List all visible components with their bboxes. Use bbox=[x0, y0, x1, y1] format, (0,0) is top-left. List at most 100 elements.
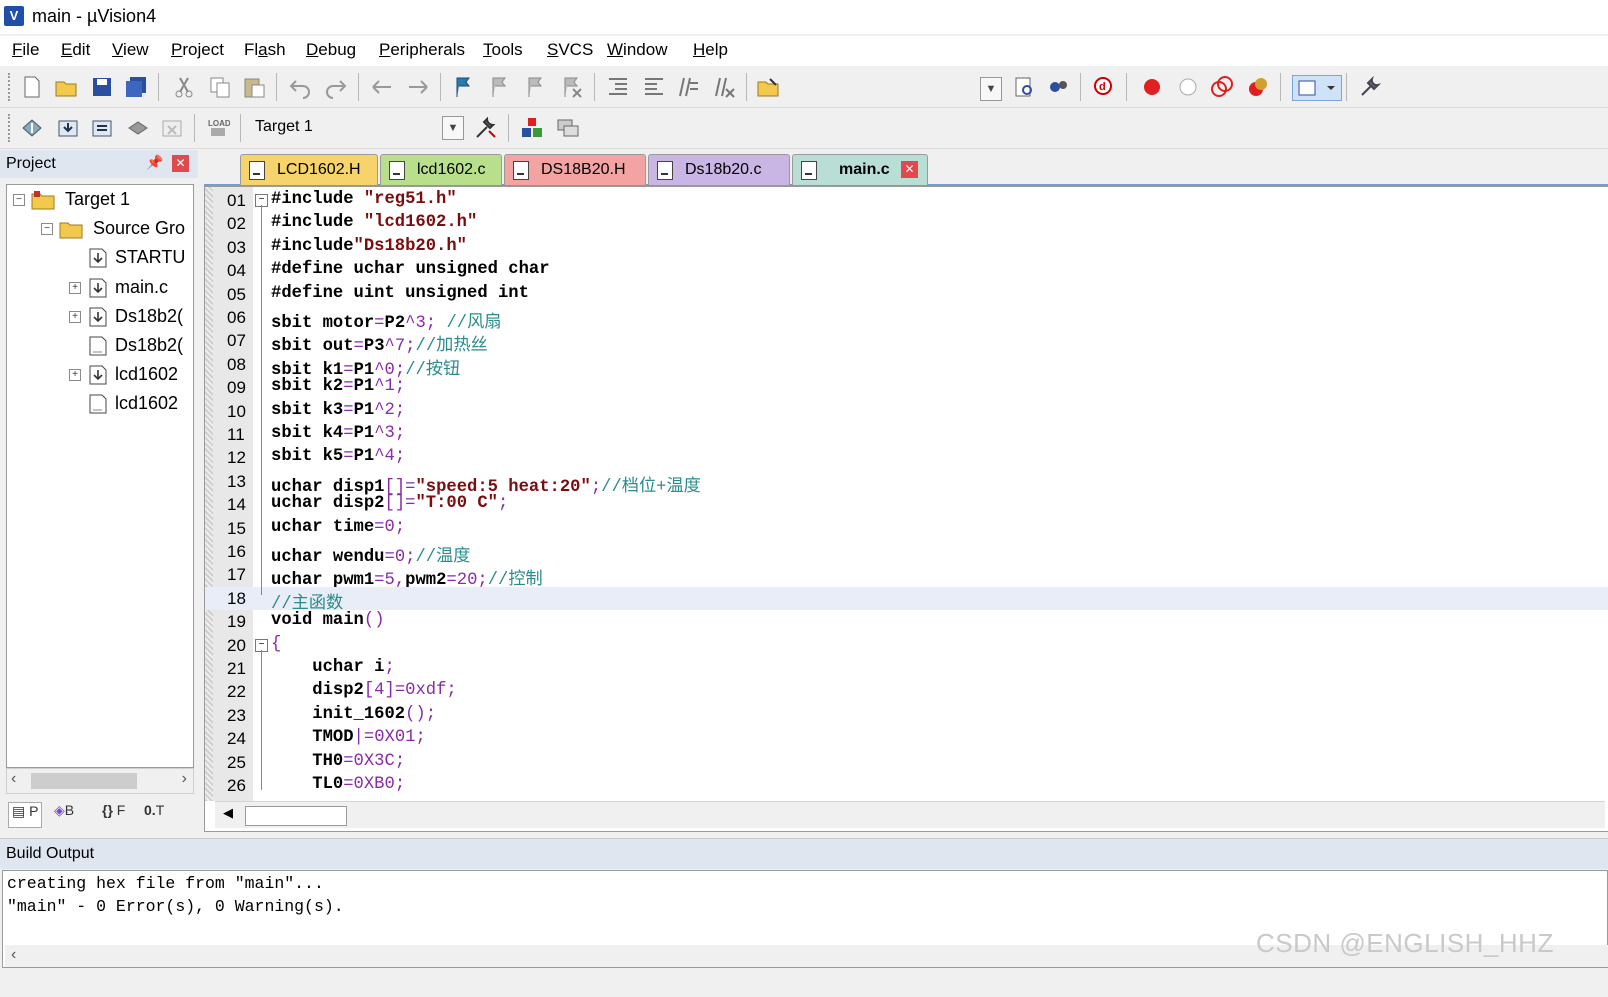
prev-bookmark-icon[interactable] bbox=[488, 75, 512, 99]
code-line[interactable]: 23 init_1602(); bbox=[205, 704, 1608, 727]
next-bookmark-icon[interactable] bbox=[524, 75, 548, 99]
code-line[interactable]: 03 #include"Ds18b20.h" bbox=[205, 236, 1608, 259]
select-packs-icon[interactable] bbox=[556, 116, 580, 140]
tab-lcd1602-h[interactable]: LCD1602.H bbox=[240, 154, 378, 185]
code-line[interactable]: 18//主函数 bbox=[205, 586, 1608, 614]
unindent-icon[interactable] bbox=[642, 75, 666, 99]
nav-back-icon[interactable] bbox=[370, 75, 394, 99]
download-load-icon[interactable]: LOAD bbox=[206, 116, 231, 140]
collapse-icon[interactable]: − bbox=[13, 194, 25, 206]
toolbar-grip[interactable] bbox=[8, 73, 13, 101]
target-options-icon[interactable] bbox=[474, 116, 498, 140]
collapse-icon[interactable]: − bbox=[41, 223, 53, 236]
code-line[interactable]: 12 sbit k5=P1^4; bbox=[205, 446, 1608, 469]
nav-forward-icon[interactable] bbox=[406, 75, 430, 99]
chevron-down-icon[interactable]: ▼ bbox=[442, 116, 464, 140]
editor-hscroll[interactable]: ◀ bbox=[215, 801, 1605, 828]
menu-debug[interactable]: Debug bbox=[306, 40, 356, 60]
close-tab-icon[interactable]: ✕ bbox=[901, 161, 918, 178]
code-line[interactable]: 11 sbit k4=P1^3; bbox=[205, 423, 1608, 446]
code-line[interactable]: 07 sbit out=P3^7;//加热丝 bbox=[205, 329, 1608, 356]
menu-project[interactable]: Project bbox=[171, 40, 224, 60]
enable-breakpoint-icon[interactable] bbox=[1176, 75, 1200, 99]
code-line[interactable]: 06 sbit motor=P2^3; //风扇 bbox=[205, 306, 1608, 333]
tab-ds18b20-h[interactable]: DS18B20.H bbox=[504, 154, 646, 185]
stop-build-icon[interactable] bbox=[160, 116, 184, 140]
configure-icon[interactable] bbox=[1358, 75, 1382, 99]
save-all-icon[interactable] bbox=[124, 75, 148, 99]
code-line[interactable]: 20−{ bbox=[205, 634, 1608, 657]
code-line[interactable]: 14 uchar disp2[]="T:00 C"; bbox=[205, 493, 1608, 516]
menu-window[interactable]: Window bbox=[607, 40, 667, 60]
menu-view[interactable]: View bbox=[112, 40, 149, 60]
paste-icon[interactable] bbox=[242, 75, 266, 99]
menu-help[interactable]: Help bbox=[693, 40, 728, 60]
tab-functions[interactable]: {} F bbox=[102, 802, 125, 826]
menu-peripherals[interactable]: Peripherals bbox=[379, 40, 465, 60]
tab-lcd1602-c[interactable]: lcd1602.c bbox=[380, 154, 502, 185]
uncomment-icon[interactable] bbox=[712, 75, 736, 99]
incremental-find-icon[interactable] bbox=[1046, 75, 1070, 99]
expand-icon[interactable]: + bbox=[69, 310, 81, 323]
insert-breakpoint-icon[interactable] bbox=[1140, 75, 1164, 99]
code-line[interactable]: 19 void main() bbox=[205, 610, 1608, 633]
redo-icon[interactable] bbox=[324, 75, 348, 99]
find-dropdown[interactable]: ▼ bbox=[980, 77, 1002, 101]
target-select[interactable]: Target 1 ▼ bbox=[246, 114, 466, 140]
code-line[interactable]: 05 #define uint unsigned int bbox=[205, 283, 1608, 306]
code-editor[interactable]: 01− #include "reg51.h" 02 #include "lcd1602… bbox=[204, 186, 1608, 832]
batch-build-icon[interactable] bbox=[126, 116, 150, 140]
code-line[interactable]: 25 TH0=0X3C; bbox=[205, 751, 1608, 774]
debug-session-icon[interactable]: d bbox=[1092, 75, 1116, 99]
code-line[interactable]: 13 uchar disp1[]="speed:5 heat:20";//档位+温… bbox=[205, 470, 1608, 497]
build-icon[interactable] bbox=[56, 116, 80, 140]
project-tree-hscroll[interactable]: ‹ › bbox=[6, 768, 194, 794]
cut-icon[interactable] bbox=[172, 75, 196, 99]
code-line[interactable]: 21 uchar i; bbox=[205, 657, 1608, 680]
code-line[interactable]: 15 uchar time=0; bbox=[205, 517, 1608, 540]
rebuild-icon[interactable] bbox=[90, 116, 114, 140]
window-layout-dropdown[interactable] bbox=[1292, 75, 1342, 101]
tab-books[interactable]: ◈B bbox=[54, 802, 74, 826]
code-line[interactable]: 26 TL0=0XB0; bbox=[205, 774, 1608, 797]
toolbar-grip[interactable] bbox=[8, 114, 13, 142]
pin-icon[interactable]: 📌 bbox=[146, 154, 163, 171]
menu-edit[interactable]: Edit bbox=[61, 40, 90, 60]
manage-components-icon[interactable] bbox=[520, 116, 544, 140]
code-line[interactable]: 10 sbit k3=P1^2; bbox=[205, 400, 1608, 423]
code-line[interactable]: 22 disp2[4]=0xdf; bbox=[205, 680, 1608, 703]
code-line[interactable]: 01− #include "reg51.h" bbox=[205, 189, 1608, 212]
code-line[interactable]: 04 #define uchar unsigned char bbox=[205, 259, 1608, 282]
bookmark-icon[interactable] bbox=[452, 75, 476, 99]
code-line[interactable]: 17 uchar pwm1=5,pwm2=20;//控制 bbox=[205, 563, 1608, 590]
menu-file[interactable]: File bbox=[12, 40, 39, 60]
expand-icon[interactable]: + bbox=[69, 369, 81, 382]
tab-templates[interactable]: 0.T bbox=[144, 802, 164, 826]
menu-svcs[interactable]: SVCS bbox=[547, 40, 593, 60]
translate-icon[interactable] bbox=[20, 116, 44, 140]
find-in-files-icon[interactable] bbox=[756, 75, 780, 99]
comment-icon[interactable] bbox=[676, 75, 700, 99]
code-line[interactable]: 02 #include "lcd1602.h" bbox=[205, 212, 1608, 235]
close-icon[interactable]: ✕ bbox=[172, 155, 189, 172]
code-line[interactable]: 16 uchar wendu=0;//温度 bbox=[205, 540, 1608, 567]
menu-flash[interactable]: Flash bbox=[244, 40, 286, 60]
tab-ds18b20-c[interactable]: Ds18b20.c bbox=[648, 154, 790, 185]
copy-icon[interactable] bbox=[208, 75, 232, 99]
code-line[interactable]: 08 sbit k1=P1^0;//按钮 bbox=[205, 353, 1608, 380]
expand-icon[interactable]: + bbox=[69, 281, 81, 294]
new-file-icon[interactable] bbox=[20, 75, 44, 99]
scroll-left-icon[interactable]: ‹ bbox=[11, 770, 16, 788]
open-folder-icon[interactable] bbox=[54, 75, 78, 99]
scroll-thumb[interactable] bbox=[245, 806, 347, 826]
tab-main-c[interactable]: main.c ✕ bbox=[792, 154, 928, 185]
kill-all-breakpoints-icon[interactable] bbox=[1246, 75, 1270, 99]
save-icon[interactable] bbox=[90, 75, 114, 99]
disable-all-breakpoints-icon[interactable] bbox=[1210, 75, 1234, 99]
tab-project[interactable]: ▤ P bbox=[8, 802, 43, 828]
scroll-thumb[interactable] bbox=[31, 773, 137, 789]
clear-bookmarks-icon[interactable] bbox=[560, 75, 584, 99]
scroll-left-icon[interactable]: ◀ bbox=[223, 805, 233, 821]
menu-tools[interactable]: Tools bbox=[483, 40, 523, 60]
undo-icon[interactable] bbox=[288, 75, 312, 99]
